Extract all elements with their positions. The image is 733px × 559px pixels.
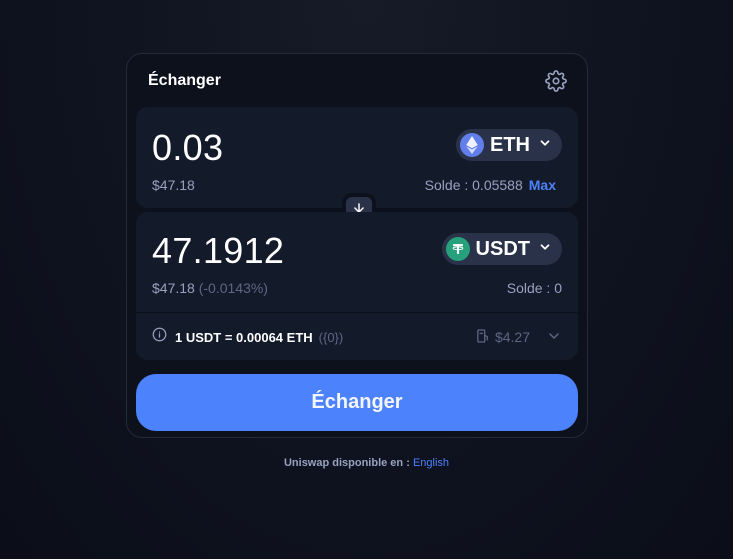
info-icon [152, 327, 167, 347]
rate-row[interactable]: 1 USDT = 0.00064 ETH ({0}) $4.27 [152, 327, 562, 347]
footer: Uniswap disponible en : English [0, 457, 733, 469]
gas-fee: $4.27 [477, 328, 562, 347]
swap-button[interactable]: Échanger [136, 374, 578, 431]
output-panel: 47.1912 USDT $47.18 (-0.0143%) Solde : 0 [136, 212, 578, 360]
max-button[interactable]: Max [529, 177, 556, 193]
eth-icon [460, 133, 484, 157]
output-usd-value: $47.18 (-0.0143%) [152, 280, 268, 296]
chevron-down-icon [538, 240, 552, 259]
exchange-rate: 1 USDT = 0.00064 ETH [175, 329, 313, 345]
output-amount[interactable]: 47.1912 [152, 230, 284, 272]
output-usd-amount: $47.18 [152, 280, 195, 296]
input-token-symbol: ETH [490, 133, 530, 156]
gear-icon[interactable] [545, 70, 567, 92]
input-amount[interactable]: 0.03 [152, 127, 223, 169]
output-token-selector[interactable]: USDT [441, 233, 562, 265]
output-balance: Solde : 0 [506, 280, 562, 296]
input-token-selector[interactable]: ETH [456, 129, 562, 161]
language-link[interactable]: English [413, 457, 449, 469]
price-impact: (-0.0143%) [198, 280, 268, 296]
gas-fee-value: $4.27 [494, 329, 530, 345]
output-token-symbol: USDT [475, 237, 530, 260]
divider [136, 312, 578, 313]
input-balance: Solde : 0.05588 Max [425, 177, 556, 193]
swap-card: Échanger 0.03 ETH $47.18 Solde : 0.05588… [126, 53, 588, 438]
input-balance-label: Solde : 0.05588 [424, 177, 523, 193]
gas-pump-icon [477, 328, 489, 346]
swap-title: Échanger [148, 72, 221, 89]
footer-text: Uniswap disponible en : [283, 457, 410, 469]
usdt-icon [445, 237, 470, 261]
chevron-down-icon[interactable] [546, 328, 562, 347]
chevron-down-icon [538, 136, 552, 155]
input-usd-value: $47.18 [152, 177, 195, 193]
rate-usd: ({0}) [318, 329, 344, 345]
